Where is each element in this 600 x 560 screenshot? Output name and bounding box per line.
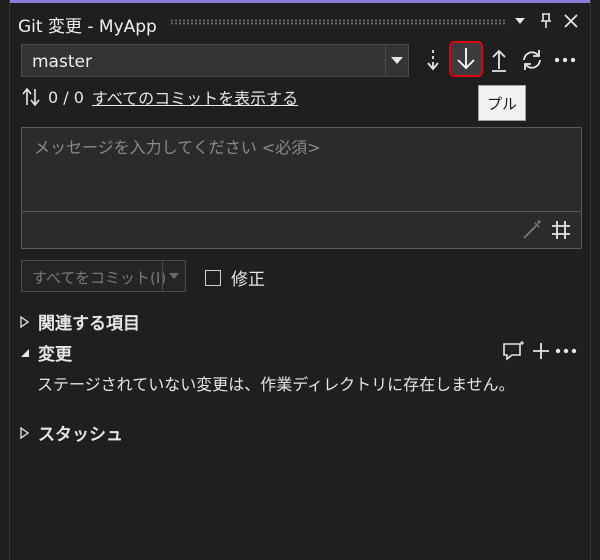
commit-count: 0 / 0 [48, 87, 84, 107]
related-items-title: 関連する項目 [38, 314, 140, 334]
related-items-header[interactable]: 関連する項目 [20, 309, 140, 334]
changes-toolbar [501, 340, 577, 362]
no-changes-message: ステージされていない変更は、作業ディレクトリに存在しません。 [37, 375, 515, 394]
title-grip[interactable] [170, 19, 507, 25]
changes-more-icon[interactable] [555, 348, 577, 354]
fetch-icon [427, 50, 439, 71]
changes-title: 変更 [38, 345, 72, 365]
window-menu-dropdown-icon[interactable] [510, 11, 530, 31]
close-icon[interactable] [561, 11, 581, 31]
stash-header[interactable]: スタッシュ [20, 420, 123, 445]
ai-generate-message-icon[interactable] [521, 219, 543, 241]
pin-icon[interactable] [536, 11, 556, 31]
reference-hash-icon[interactable] [549, 218, 573, 242]
amend-option[interactable]: 修正 [205, 265, 265, 290]
commit-message-box[interactable]: メッセージを入力してください <必須> [21, 127, 582, 249]
incoming-outgoing-icon [22, 87, 40, 107]
pull-tooltip: プル [478, 85, 526, 121]
amend-checkbox[interactable] [205, 269, 221, 286]
collapse-icon [20, 348, 32, 358]
sync-icon [523, 50, 541, 70]
branch-dropdown-icon[interactable] [385, 45, 408, 76]
message-box-footer [22, 211, 581, 248]
view-all-commits-link[interactable]: すべてのコミットを表示する [92, 85, 298, 109]
stash-title: スタッシュ [38, 425, 123, 445]
branch-name: master [32, 52, 92, 72]
amend-label: 修正 [231, 270, 265, 290]
git-changes-panel: Git 変更 - MyApp master プル 0 / 0 すべてのコミットを… [9, 0, 591, 560]
commit-options-dropdown-icon[interactable] [162, 261, 185, 291]
panel-title: Git 変更 - MyApp [18, 17, 157, 37]
stage-all-plus-icon[interactable] [531, 341, 551, 361]
copilot-review-icon[interactable] [501, 340, 527, 362]
title-bar: Git 変更 - MyApp [10, 3, 590, 39]
more-options-icon[interactable] [550, 44, 580, 76]
changes-header[interactable]: 変更 [20, 340, 72, 365]
commit-all-label: すべてをコミット(I) [32, 269, 167, 287]
commits-summary: 0 / 0 すべてのコミットを表示する [22, 86, 298, 108]
expand-icon [20, 315, 32, 328]
push-icon [492, 49, 506, 72]
commit-all-button[interactable]: すべてをコミット(I) [21, 260, 186, 292]
push-button[interactable] [484, 44, 514, 76]
pull-arrow-icon [457, 48, 475, 70]
sync-button[interactable] [517, 44, 547, 76]
branch-selector[interactable]: master [21, 44, 409, 77]
pull-button[interactable] [449, 41, 483, 77]
commit-message-placeholder: メッセージを入力してください <必須> [34, 138, 321, 157]
fetch-button[interactable] [418, 44, 448, 76]
expand-icon [20, 426, 32, 439]
